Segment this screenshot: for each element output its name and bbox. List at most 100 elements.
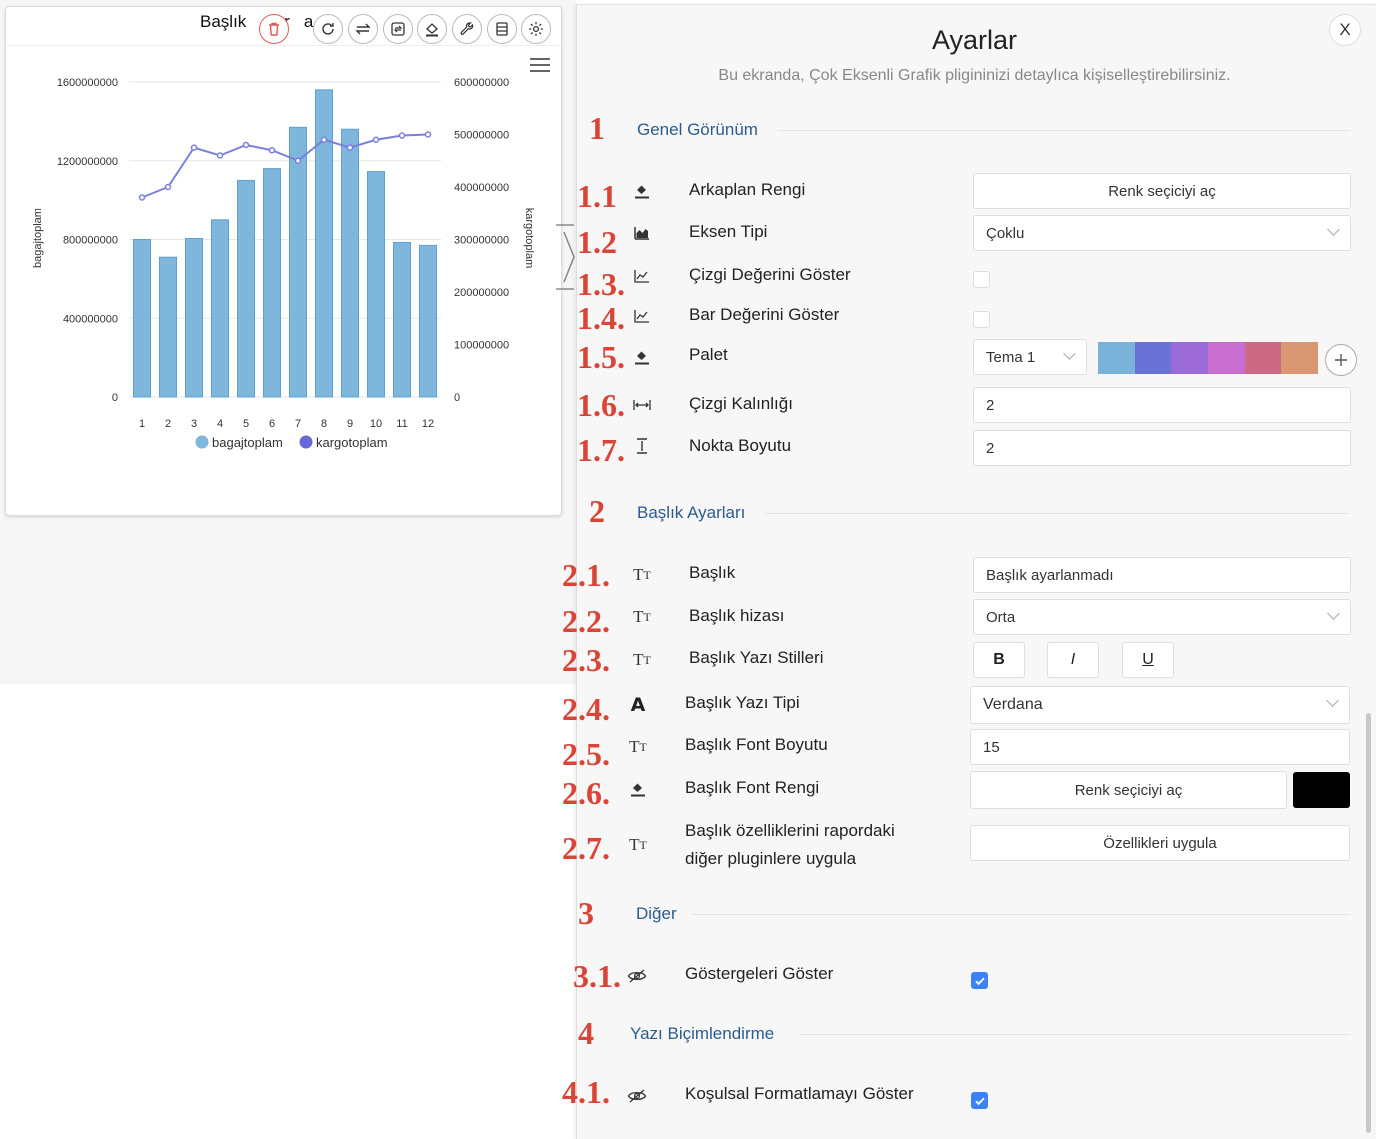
- x-tick-label: 11: [396, 418, 407, 430]
- palette-swatch[interactable]: [1244, 342, 1282, 374]
- axis-type-select[interactable]: Çoklu: [973, 215, 1351, 251]
- row-number: 2.1.: [562, 557, 610, 593]
- bar: [185, 238, 203, 398]
- row-label: Çizgi Kalınlığı: [689, 394, 793, 413]
- panel-subtitle: Bu ekranda, Çok Eksenli Grafik pliginini…: [718, 67, 1231, 84]
- x-tick-label: 1: [139, 418, 145, 430]
- underline-button[interactable]: U: [1122, 642, 1174, 678]
- title-alignment-select[interactable]: Orta: [973, 599, 1351, 635]
- chevron-down-icon: [1327, 223, 1340, 236]
- row-label: Eksen Tipi: [689, 222, 768, 241]
- palette-swatch[interactable]: [1208, 342, 1245, 374]
- y-right-tick-label: 200000000: [454, 287, 509, 299]
- palette-swatch[interactable]: [1134, 342, 1172, 374]
- add-palette-button[interactable]: [1325, 344, 1357, 376]
- paint-bucket-icon: [632, 181, 652, 201]
- series-line: [141, 133, 429, 199]
- row-number: 2.6.: [562, 775, 610, 811]
- legend-label: bagajtoplam: [212, 435, 283, 450]
- y-right-tick-label: 500000000: [454, 130, 509, 142]
- row-label: Başlık Font Rengi: [685, 778, 820, 797]
- title-input[interactable]: Başlık ayarlanmadı: [973, 557, 1351, 593]
- x-tick-label: 6: [269, 418, 275, 430]
- x-tick-label: 7: [295, 418, 301, 430]
- line-width-input[interactable]: 2: [973, 387, 1351, 423]
- palette-swatch[interactable]: [1098, 342, 1135, 374]
- bar: [315, 89, 333, 398]
- section-number: 4: [578, 1015, 594, 1051]
- section-divider: [800, 1034, 1350, 1035]
- show-conditional-formatting-checkbox[interactable]: [971, 1092, 988, 1109]
- point-size-input[interactable]: 2: [973, 430, 1351, 466]
- row-number: 2.2.: [562, 603, 610, 639]
- panel-title: Ayarlar: [931, 25, 1018, 55]
- check-icon: [974, 1097, 985, 1105]
- chevron-right-icon: [563, 231, 575, 283]
- x-tick-label: 4: [217, 418, 223, 430]
- y-right-tick-label: 0: [454, 392, 460, 404]
- palette-theme-select[interactable]: Tema 1: [973, 339, 1087, 375]
- line-chart-icon: [632, 266, 652, 286]
- legend-marker: [299, 435, 313, 449]
- background-color-picker-button[interactable]: Renk seçiciyi aç: [973, 173, 1351, 209]
- select-value: Orta: [986, 608, 1016, 626]
- row-number: 3.1.: [573, 958, 621, 994]
- bold-button[interactable]: B: [973, 642, 1025, 678]
- y-right-tick-label: 600000000: [454, 77, 509, 89]
- x-tick-label: 5: [243, 418, 249, 430]
- row-number: 2.7.: [562, 830, 610, 866]
- close-button[interactable]: X: [1329, 14, 1361, 46]
- y-right-axis-label: kargotoplam: [523, 208, 535, 269]
- line-point: [268, 147, 276, 154]
- select-value: Tema 1: [986, 348, 1036, 366]
- text-size-icon: TT: [633, 565, 651, 584]
- line-chart-icon: [632, 306, 652, 326]
- legend-label: kargotoplam: [316, 435, 388, 450]
- x-tick-label: 8: [321, 418, 327, 430]
- paint-bucket-icon: [632, 347, 652, 367]
- title-color-picker-button[interactable]: Renk seçiciyi aç: [970, 771, 1287, 809]
- bar: [159, 256, 177, 398]
- y-left-tick-label: 800000000: [63, 235, 118, 247]
- y-left-tick-label: 0: [112, 392, 118, 404]
- chevron-down-icon: [1063, 347, 1076, 360]
- show-legend-checkbox[interactable]: [971, 972, 988, 989]
- row-number: 1.5.: [577, 339, 625, 375]
- palette-swatch[interactable]: [1171, 342, 1209, 374]
- section-number: 3: [578, 895, 594, 931]
- area-chart-icon: [632, 223, 652, 243]
- row-number: 2.5.: [562, 736, 610, 772]
- title-color-preview[interactable]: [1293, 772, 1350, 808]
- bar: [419, 244, 437, 398]
- title-font-size-input[interactable]: 15: [970, 729, 1350, 765]
- row-label: Başlık: [689, 563, 736, 582]
- row-label: Başlık hizası: [689, 606, 785, 625]
- row-label: Başlık Font Boyutu: [685, 735, 828, 754]
- row-label: Palet: [689, 345, 728, 364]
- row-label: Koşulsal Formatlamayı Göster: [685, 1084, 914, 1103]
- italic-button[interactable]: I: [1047, 642, 1099, 678]
- line-point: [164, 183, 172, 191]
- row-number: 1.7.: [577, 432, 625, 468]
- title-font-select[interactable]: Verdana: [970, 686, 1350, 724]
- apply-properties-button[interactable]: Özellikleri uygula: [970, 825, 1350, 861]
- select-value: Çoklu: [986, 224, 1025, 242]
- row-number: 1.3.: [577, 266, 625, 302]
- bar: [263, 168, 281, 398]
- show-line-value-checkbox[interactable]: [973, 271, 990, 288]
- row-number: 1.6.: [577, 387, 625, 423]
- y-left-tick-label: 1200000000: [57, 156, 118, 168]
- scrollbar[interactable]: [1366, 713, 1371, 1133]
- y-left-tick-label: 400000000: [63, 313, 118, 325]
- section-number: 2: [589, 493, 605, 529]
- row-label-line1: Başlık özelliklerini rapordaki: [685, 821, 895, 840]
- bar: [211, 219, 229, 398]
- section-title-genel-gorunum: Genel Görünüm: [637, 120, 758, 139]
- x-tick-label: 3: [191, 418, 197, 430]
- palette-swatch[interactable]: [1281, 342, 1319, 374]
- bar: [367, 171, 385, 398]
- show-bar-value-checkbox[interactable]: [973, 311, 990, 328]
- line-point: [216, 152, 224, 159]
- legend-marker: [195, 435, 209, 449]
- eye-off-icon: [627, 1086, 647, 1106]
